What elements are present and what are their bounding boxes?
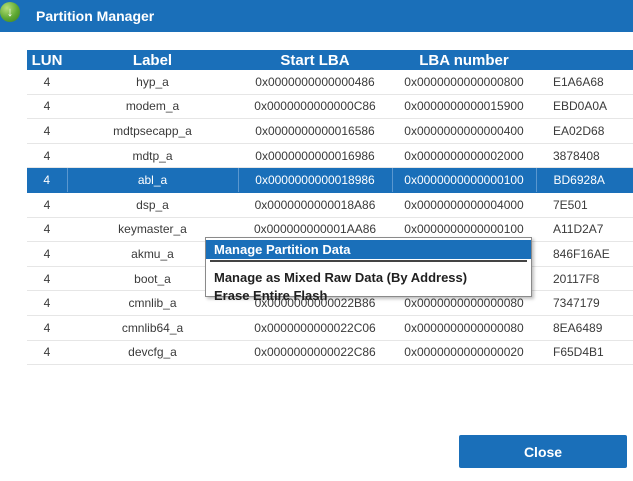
cell-lun: 4 <box>27 217 67 243</box>
cell-extra: 7347179 <box>536 290 633 316</box>
cell-extra: EBD0A0A <box>536 94 633 120</box>
cell-lun: 4 <box>27 167 68 193</box>
cell-lun: 4 <box>27 94 67 120</box>
cell-lba-number: 0x0000000000004000 <box>392 192 536 218</box>
cell-start-lba: 0x0000000000022C06 <box>238 315 392 341</box>
table-body: 4 hyp_a 0x0000000000000486 0x00000000000008… <box>27 70 633 366</box>
cell-lun: 4 <box>27 143 67 169</box>
cell-start-lba: 0x0000000000000486 <box>238 70 392 95</box>
cell-label: mdtpsecapp_a <box>67 118 238 144</box>
column-header-extra[interactable] <box>536 50 633 70</box>
cell-extra: E1A6A68 <box>536 70 633 95</box>
cell-extra: F65D4B1 <box>536 340 633 366</box>
cell-label: cmnlib64_a <box>67 315 238 341</box>
cell-label: devcfg_a <box>67 340 238 366</box>
cell-extra: EA02D68 <box>536 118 633 144</box>
cell-label: mdtp_a <box>67 143 238 169</box>
cell-lba-number: 0x0000000000000020 <box>392 340 536 366</box>
cell-label: dsp_a <box>67 192 238 218</box>
cell-start-lba: 0x0000000000018A86 <box>238 192 392 218</box>
table-row[interactable]: 4 mdtp_a 0x0000000000016986 0x0000000000002… <box>27 143 633 169</box>
table-header-row: LUN Label Start LBA LBA number <box>27 50 633 70</box>
context-menu: Manage Partition Data Manage as Mixed Ra… <box>205 237 532 303</box>
menu-item-manage-mixed-raw-data[interactable]: Manage as Mixed Raw Data (By Address) <box>206 268 531 287</box>
cell-start-lba: 0x0000000000000C86 <box>238 94 392 120</box>
column-header-lun[interactable]: LUN <box>27 50 67 70</box>
table-row[interactable]: 4 devcfg_a 0x0000000000022C86 0x00000000000… <box>27 340 633 366</box>
cell-extra: 7E501 <box>536 192 633 218</box>
cell-lun: 4 <box>27 315 67 341</box>
menu-item-erase-entire-flash[interactable]: Erase Entire Flash <box>206 286 531 305</box>
cell-label: hyp_a <box>67 70 238 95</box>
menu-item-manage-partition-data[interactable]: Manage Partition Data <box>206 240 531 259</box>
cell-lun: 4 <box>27 192 67 218</box>
cell-lba-number: 0x0000000000000080 <box>392 315 536 341</box>
menu-separator <box>210 260 527 262</box>
partition-table-container[interactable]: LUN Label Start LBA LBA number 4 hyp_a 0x0… <box>27 50 633 384</box>
cell-extra: BD6928A <box>536 167 633 193</box>
cell-start-lba: 0x0000000000016986 <box>238 143 392 169</box>
download-arrow-icon: ↓ <box>0 2 20 22</box>
column-header-start-lba[interactable]: Start LBA <box>238 50 392 70</box>
table-row[interactable]: 4 hyp_a 0x0000000000000486 0x00000000000008… <box>27 70 633 95</box>
cell-extra: A11D2A7 <box>536 217 633 243</box>
cell-start-lba: 0x0000000000016586 <box>238 118 392 144</box>
cell-lun: 4 <box>27 266 67 292</box>
cell-lun: 4 <box>27 118 67 144</box>
partition-table: LUN Label Start LBA LBA number 4 hyp_a 0x0… <box>27 50 633 366</box>
table-row[interactable]: 4 abl_a 0x0000000000018986 0x00000000000001… <box>27 167 633 193</box>
column-header-label[interactable]: Label <box>67 50 238 70</box>
cell-lun: 4 <box>27 241 67 267</box>
cell-lba-number: 0x0000000000000400 <box>392 118 536 144</box>
cell-extra: 20117F8 <box>536 266 633 292</box>
cell-lun: 4 <box>27 290 67 316</box>
cell-label: modem_a <box>67 94 238 120</box>
cell-start-lba: 0x0000000000022C86 <box>238 340 392 366</box>
window-title: Partition Manager <box>36 8 155 24</box>
cell-lba-number: 0x0000000000015900 <box>392 94 536 120</box>
table-row[interactable]: 4 modem_a 0x0000000000000C86 0x000000000001… <box>27 94 633 120</box>
column-header-lba-number[interactable]: LBA number <box>392 50 536 70</box>
cell-label: abl_a <box>67 167 239 193</box>
cell-start-lba: 0x0000000000018986 <box>238 167 393 193</box>
cell-lun: 4 <box>27 70 67 95</box>
cell-lba-number: 0x0000000000002000 <box>392 143 536 169</box>
cell-extra: 3878408 <box>536 143 633 169</box>
table-row[interactable]: 4 dsp_a 0x0000000000018A86 0x00000000000040… <box>27 192 633 218</box>
cell-extra: 8EA6489 <box>536 315 633 341</box>
cell-lun: 4 <box>27 340 67 366</box>
title-bar: ↓ Partition Manager <box>0 0 633 32</box>
cell-extra: 846F16AE <box>536 241 633 267</box>
cell-lba-number: 0x0000000000000100 <box>392 167 537 193</box>
close-button[interactable]: Close <box>459 435 627 468</box>
cell-lba-number: 0x0000000000000800 <box>392 70 536 95</box>
table-row[interactable]: 4 cmnlib64_a 0x0000000000022C06 0x000000000… <box>27 315 633 341</box>
table-row[interactable]: 4 mdtpsecapp_a 0x0000000000016586 0x0000000… <box>27 118 633 144</box>
